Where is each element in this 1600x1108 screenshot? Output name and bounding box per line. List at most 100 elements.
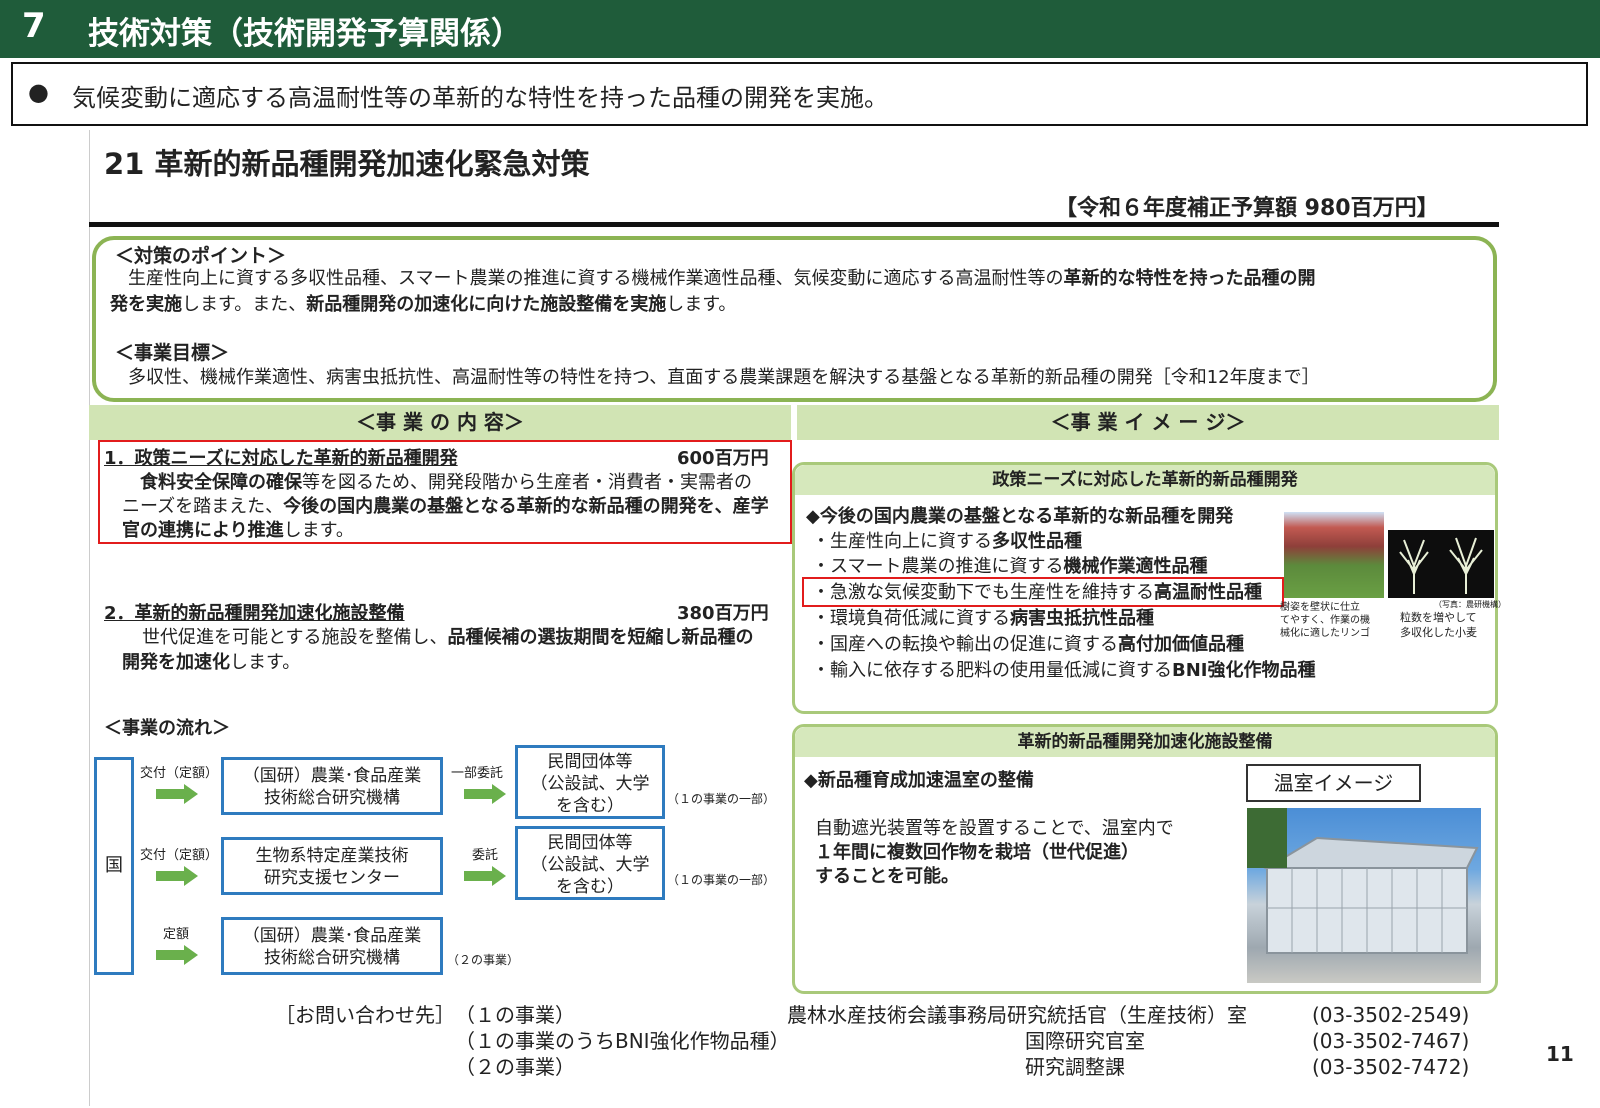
panel-new-varieties-head: 政策ニーズに対応した革新的新品種開発 xyxy=(795,465,1495,495)
flow-arrow-icon xyxy=(464,866,506,886)
flow-row2-label: 交付（定額） xyxy=(140,848,219,863)
flow-dest-line: を含む） xyxy=(556,877,624,897)
variety-item-text: ・輸入に依存する肥料の使用量低減に資する xyxy=(812,660,1172,681)
flow-org-line: （国研）農業･食品産業 xyxy=(242,926,422,946)
page-number: 11 xyxy=(1546,1042,1574,1066)
variety-item-text: ・生産性向上に資する xyxy=(812,531,992,552)
item2-line2-emphasis: 開発を加速化 xyxy=(122,652,230,673)
item1-line2-emphasis: 今後の国内農業の基盤となる革新的な新品種の開発を、産学 xyxy=(283,496,769,517)
flow-row2-dest: 民間団体等 （公設試、大学 を含む） xyxy=(515,826,665,900)
flow-row2-org: 生物系特定産業技術 研究支援センター xyxy=(221,837,443,895)
variety-item-name: 高温耐性品種 xyxy=(1154,582,1262,603)
item1-line1-text: 等を図るため、開発段階から生産者・消費者・実需者の xyxy=(302,472,752,493)
flow-org-line: 研究支援センター xyxy=(264,868,400,888)
apple-caption-line: 械化に適したリンゴ xyxy=(1280,628,1370,639)
variety-item-bni: ・輸入に依存する肥料の使用量低減に資するBNI強化作物品種 xyxy=(812,658,1315,684)
panel-facility-lead: ◆新品種育成加速温室の整備 xyxy=(804,770,1034,791)
item1-line1-emphasis: 食料安全保障の確保 xyxy=(140,472,302,493)
flow-arrow-icon xyxy=(464,784,506,804)
contact-office-3: 研究調整課 xyxy=(1025,1055,1125,1079)
flow-dest-line: を含む） xyxy=(556,796,624,816)
item1-title: 1．政策ニーズに対応した革新的新品種開発 xyxy=(104,448,458,469)
variety-item-text: ・国産への転換や輸出の促進に資する xyxy=(812,634,1118,655)
flow-row1-label: 交付（定額） xyxy=(140,766,219,781)
flow-dest-line: 民間団体等 xyxy=(547,752,633,772)
item1-line3-emphasis: 官の連携により推進 xyxy=(122,520,284,541)
chapter-title: 技術対策（技術開発予算関係） xyxy=(88,16,522,52)
flow-row1-relay: 一部委託 xyxy=(451,766,504,781)
variety-item-heat-tolerance: ・急激な気候変動下でも生産性を維持する高温耐性品種 xyxy=(812,580,1262,606)
facility-line2: １年間に複数回作物を栽培（世代促進） xyxy=(815,842,1139,863)
summary-bullet: ● xyxy=(28,78,49,106)
wheat-caption-line: 粒数を増やして xyxy=(1400,611,1477,624)
item1-line3-text: します。 xyxy=(283,520,354,541)
contact-phone-3: (03-3502-7472) xyxy=(1312,1055,1470,1079)
flow-dest-line: 民間団体等 xyxy=(547,833,633,853)
contact-phone-1: (03-3502-2549) xyxy=(1312,1003,1470,1027)
greenhouse-photo xyxy=(1247,808,1481,983)
contact-office-2: 国際研究官室 xyxy=(1025,1029,1145,1053)
flow-org-line: 生物系特定産業技術 xyxy=(255,846,409,866)
title-divider xyxy=(89,222,1499,227)
variety-item-high-value: ・国産への転換や輸出の促進に資する高付加価値品種 xyxy=(812,632,1244,658)
panel-new-varieties-lead: ◆今後の国内農業の基盤となる革新的な新品種を開発 xyxy=(806,506,1234,527)
contact-label: ［お問い合わせ先］ xyxy=(275,1003,455,1027)
facility-line3: することを可能。 xyxy=(815,866,959,887)
contact-scope-3: （２の事業） xyxy=(455,1055,575,1079)
flow-org-line: 技術総合研究機構 xyxy=(264,948,400,968)
points-line2-text-d: します。 xyxy=(666,294,737,315)
points-line2-emphasis-c: 新品種開発の加速化に向けた施設整備を実施 xyxy=(306,294,667,315)
item1-line1: 食料安全保障の確保等を図るため、開発段階から生産者・消費者・実需者の xyxy=(140,470,752,496)
contact-phone-2: (03-3502-7467) xyxy=(1312,1029,1470,1053)
variety-item-high-yield: ・生産性向上に資する多収性品種 xyxy=(812,529,1082,555)
flow-row2-relay: 委託 xyxy=(472,848,499,863)
apple-orchard-photo xyxy=(1284,512,1384,598)
budget-label: 【令和６年度補正予算額 980百万円】 xyxy=(1055,196,1439,221)
flow-arrow-icon xyxy=(156,784,198,804)
apple-caption-line: 樹姿を壁状に仕立 xyxy=(1280,602,1360,613)
flow-row2-note: （１の事業の一部） xyxy=(667,873,776,887)
item2-line2-text: します。 xyxy=(230,652,301,673)
image-band: ＜事 業 イ メ ー ジ＞ xyxy=(797,405,1499,440)
variety-item-text: ・環境負荷低減に資する xyxy=(812,608,1010,629)
item2-line1: 世代促進を可能とする施設を整備し、品種候補の選抜期間を短縮し新品種の xyxy=(142,625,753,651)
item2-line1-emphasis: 品種候補の選抜期間を短縮し新品種の xyxy=(447,627,754,648)
flow-arrow-icon xyxy=(156,866,198,886)
apple-caption: 樹姿を壁状に仕立 てやすく、作業の機 械化に適したリンゴ xyxy=(1280,601,1370,640)
flow-row1-dest: 民間団体等 （公設試、大学 を含む） xyxy=(515,745,665,819)
points-line2-emphasis-a: 発を実施 xyxy=(110,294,182,315)
item1-line3: 官の連携により推進します。 xyxy=(122,518,354,544)
panel-facility-head: 革新的新品種開発加速化施設整備 xyxy=(795,727,1495,757)
flow-org-line: 技術総合研究機構 xyxy=(264,788,400,808)
item1-line2-text: ニーズを踏まえた、 xyxy=(122,496,284,517)
points-line2-text-b: します。また、 xyxy=(182,294,307,315)
variety-item-name: 病害虫抵抗性品種 xyxy=(1010,608,1154,629)
item2-line1-text: 世代促進を可能とする施設を整備し、 xyxy=(142,627,448,648)
item2-title: 2．革新的新品種開発加速化施設整備 xyxy=(104,603,405,624)
item1-amount: 600百万円 xyxy=(677,448,769,469)
wheat-caption: 粒数を増やして 多収化した小麦 xyxy=(1400,610,1477,640)
flow-org-line: （国研）農業･食品産業 xyxy=(242,766,422,786)
variety-item-pest-resistance: ・環境負荷低減に資する病害虫抵抗性品種 xyxy=(812,606,1154,632)
flow-dest-line: （公設試、大学 xyxy=(530,855,650,875)
flow-row3-note: （２の事業） xyxy=(447,953,520,967)
content-band: ＜事 業 の 内 容＞ xyxy=(89,405,791,440)
variety-item-text: ・スマート農業の推進に資する xyxy=(812,556,1064,577)
variety-item-name: 高付加価値品種 xyxy=(1118,634,1244,655)
flow-dest-line: （公設試、大学 xyxy=(530,774,650,794)
apple-caption-line: てやすく、作業の機 xyxy=(1280,615,1370,626)
item1-line2: ニーズを踏まえた、今後の国内農業の基盤となる革新的な新品種の開発を、産学 xyxy=(122,494,769,520)
facility-line1: 自動遮光装置等を設置することで、温室内で xyxy=(815,818,1174,839)
greenhouse-image-label: 温室イメージ xyxy=(1246,764,1421,802)
wheat-ear-photo xyxy=(1388,530,1494,598)
variety-item-name: BNI強化作物品種 xyxy=(1172,660,1316,681)
goal-heading: ＜事業目標＞ xyxy=(115,342,230,364)
flow-row3-label: 定額 xyxy=(163,927,190,942)
section-title: 21 革新的新品種開発加速化緊急対策 xyxy=(104,147,590,181)
flow-row3-org: （国研）農業･食品産業 技術総合研究機構 xyxy=(221,917,443,975)
photo-credit: （写真：農研機構） xyxy=(1434,600,1506,609)
variety-item-name: 多収性品種 xyxy=(992,531,1082,552)
points-line1-emphasis: 革新的な特性を持った品種の開 xyxy=(1063,268,1316,289)
variety-item-name: 機械作業適性品種 xyxy=(1063,556,1208,577)
flow-row1-org: （国研）農業･食品産業 技術総合研究機構 xyxy=(221,757,443,815)
